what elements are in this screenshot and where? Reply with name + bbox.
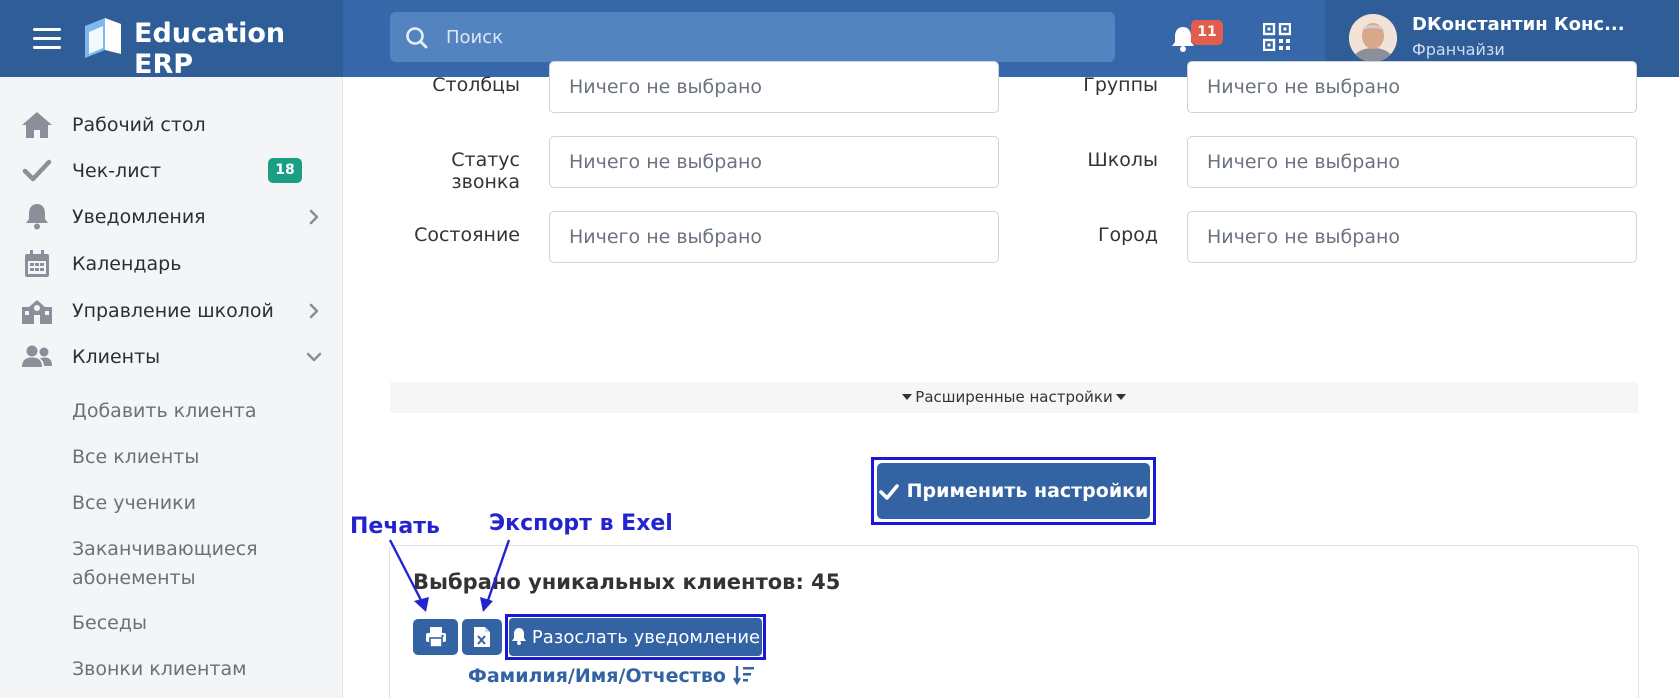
sidebar-subitem-client-calls[interactable]: Звонки клиентам	[72, 655, 246, 684]
user-name: DКонстантин Конс...	[1412, 14, 1625, 35]
qr-code-icon[interactable]	[1263, 23, 1291, 51]
search-input[interactable]	[446, 12, 1096, 62]
sidebar-subitem-conversations[interactable]: Беседы	[72, 609, 147, 638]
calendar-icon	[25, 250, 49, 277]
sort-by-name-link[interactable]: Фамилия/Имя/Отчество	[468, 665, 755, 687]
send-notification-label: Разослать уведомление	[531, 626, 761, 648]
sidebar: Рабочий стол Чек-лист 18 Уведомления Кал…	[0, 77, 343, 698]
check-icon	[878, 483, 899, 500]
user-avatar	[1349, 14, 1397, 62]
menu-toggle-icon[interactable]	[33, 28, 61, 50]
sidebar-item-label: Рабочий стол	[72, 114, 206, 136]
annotation-print: Печать	[350, 514, 440, 539]
state-select[interactable]: Ничего не выбрано	[549, 211, 999, 263]
sidebar-item-calendar[interactable]: Календарь	[0, 241, 343, 287]
sidebar-subitem-all-clients[interactable]: Все клиенты	[72, 443, 199, 472]
send-notification-button[interactable]: Разослать уведомление	[509, 618, 762, 656]
sidebar-item-checklist[interactable]: Чек-лист 18	[0, 148, 343, 194]
brand-name: Education ERP	[134, 18, 286, 80]
call-status-select[interactable]: Ничего не выбрано	[549, 136, 999, 188]
sidebar-item-label: Управление школой	[72, 300, 274, 322]
schools-select[interactable]: Ничего не выбрано	[1187, 136, 1637, 188]
school-icon	[22, 300, 52, 324]
columns-select[interactable]: Ничего не выбрано	[549, 61, 999, 113]
advanced-settings-label: Расширенные настройки	[915, 388, 1113, 406]
logo-icon	[85, 18, 121, 58]
sort-desc-icon	[732, 665, 754, 685]
notifications-badge: 11	[1191, 20, 1223, 45]
bell-icon	[26, 204, 48, 230]
checklist-badge: 18	[268, 158, 302, 183]
sidebar-item-label: Чек-лист	[72, 160, 162, 182]
groups-select[interactable]: Ничего не выбрано	[1187, 61, 1637, 113]
search-icon	[406, 27, 428, 49]
home-icon	[22, 112, 52, 138]
apply-settings-button[interactable]: Применить настройки	[877, 463, 1150, 519]
check-icon	[22, 159, 52, 182]
sidebar-item-label: Уведомления	[72, 206, 206, 228]
bell-icon	[511, 628, 526, 645]
print-button[interactable]	[413, 619, 458, 655]
advanced-settings-toggle[interactable]: Расширенные настройки	[390, 382, 1638, 413]
filter-label-groups: Группы	[1083, 74, 1158, 96]
users-icon	[22, 345, 52, 367]
chevron-right-icon	[309, 303, 319, 319]
sidebar-subitem-expiring-subscriptions[interactable]: Заканчивающиеся абонементы	[72, 535, 272, 593]
filter-label-state: Состояние	[414, 224, 520, 246]
brand-area: Education ERP	[0, 0, 343, 80]
sidebar-item-school-management[interactable]: Управление школой	[0, 288, 343, 334]
user-role: Франчайзи	[1412, 40, 1505, 59]
caret-down-icon	[902, 393, 913, 400]
sidebar-item-dashboard[interactable]: Рабочий стол	[0, 102, 343, 148]
search-box[interactable]	[390, 12, 1115, 62]
sidebar-subitem-all-students[interactable]: Все ученики	[72, 489, 196, 518]
chevron-down-icon	[306, 352, 322, 362]
sidebar-item-notifications[interactable]: Уведомления	[0, 194, 343, 240]
filter-label-columns: Столбцы	[432, 74, 520, 96]
filter-label-city: Город	[1097, 224, 1158, 246]
print-icon	[426, 627, 446, 648]
city-select[interactable]: Ничего не выбрано	[1187, 211, 1637, 263]
sidebar-item-label: Клиенты	[72, 346, 161, 368]
chevron-right-icon	[309, 209, 319, 225]
apply-settings-label: Применить настройки	[906, 480, 1149, 502]
sidebar-item-label: Календарь	[72, 253, 182, 275]
excel-file-icon	[474, 627, 490, 647]
export-excel-button[interactable]	[462, 619, 502, 655]
sort-link-label: Фамилия/Имя/Отчество	[468, 665, 726, 687]
caret-down-icon	[1115, 393, 1126, 400]
filter-label-schools: Школы	[1087, 149, 1158, 171]
sidebar-subitem-add-client[interactable]: Добавить клиента	[72, 397, 256, 426]
sidebar-item-clients[interactable]: Клиенты	[0, 334, 343, 380]
annotation-export: Экспорт в Exel	[489, 511, 673, 536]
filter-label-call-status: Статус звонка	[451, 149, 520, 193]
results-title: Выбрано уникальных клиентов: 45	[413, 570, 841, 594]
